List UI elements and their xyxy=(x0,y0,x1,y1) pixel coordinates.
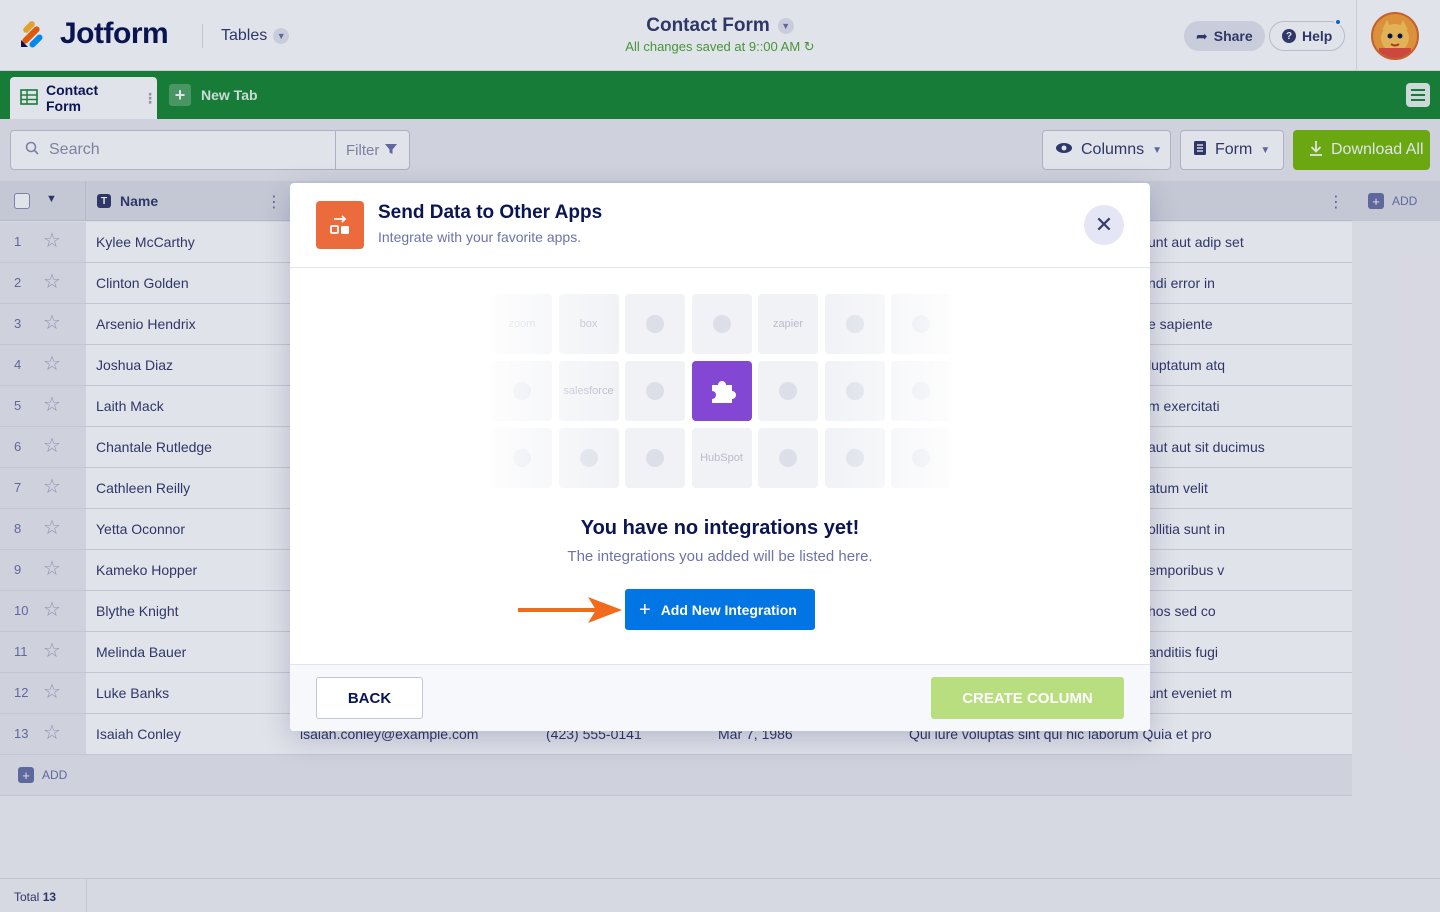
person-icon xyxy=(492,428,552,488)
nodes-icon xyxy=(824,428,885,488)
mailchimp-icon xyxy=(625,361,685,421)
drive-icon xyxy=(758,361,818,421)
integration-tile: zapier xyxy=(758,294,818,354)
integration-tile: salesforce xyxy=(558,361,619,421)
plus-icon: + xyxy=(639,598,651,621)
modal-footer: BACK CREATE COLUMN xyxy=(290,664,1150,731)
modal-subtitle: Integrate with your favorite apps. xyxy=(378,229,582,245)
empty-state-subtitle: The integrations you added will be liste… xyxy=(567,548,873,565)
send-data-icon xyxy=(316,201,364,249)
integration-tile: HubSpot xyxy=(691,428,752,488)
cloud-icon xyxy=(891,294,951,354)
empty-state-title: You have no integrations yet! xyxy=(580,517,860,539)
integrations-modal: Send Data to Other Apps Integrate with y… xyxy=(290,183,1150,731)
ms-icon xyxy=(824,294,885,354)
integration-tile: zoom xyxy=(492,294,552,354)
circle-icon xyxy=(891,428,951,488)
qb-icon xyxy=(758,428,818,488)
calendar-icon xyxy=(691,294,752,354)
trello-icon xyxy=(558,428,619,488)
puzzle-icon xyxy=(691,361,752,421)
add-new-integration-button[interactable]: + Add New Integration xyxy=(625,589,815,630)
add-integration-label: Add New Integration xyxy=(660,601,797,618)
dropbox-icon xyxy=(625,294,685,354)
integration-tiles: zoom box zapier salesforce HubSpot xyxy=(492,294,952,490)
arrows-icon xyxy=(625,428,685,488)
close-icon[interactable]: ✕ xyxy=(1084,205,1124,245)
create-column-button[interactable]: CREATE COLUMN xyxy=(931,677,1124,719)
arrow-right-icon xyxy=(518,595,622,630)
mail-icon xyxy=(891,361,951,421)
slack-icon xyxy=(824,361,885,421)
modal-header: Send Data to Other Apps Integrate with y… xyxy=(290,183,1150,268)
integration-tile: box xyxy=(558,294,619,354)
asana-icon xyxy=(492,361,552,421)
modal-title: Send Data to Other Apps xyxy=(378,202,603,223)
back-button[interactable]: BACK xyxy=(316,677,423,719)
